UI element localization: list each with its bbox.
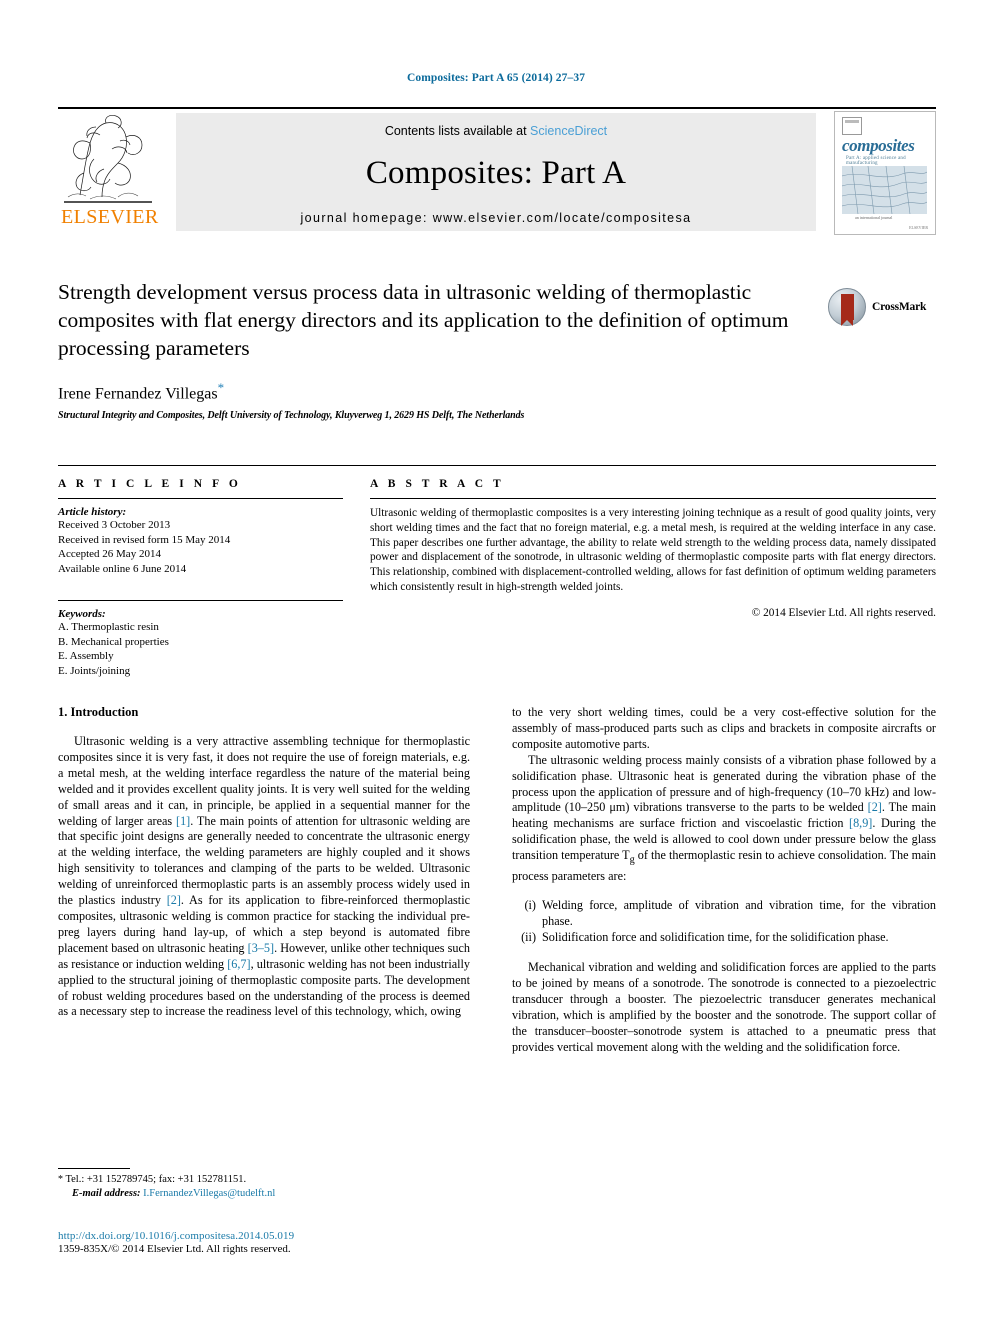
masthead-panel: Contents lists available at ScienceDirec…: [176, 113, 816, 231]
cover-footer-brand: ELSEVIER: [909, 225, 928, 230]
crossmark-icon: [828, 288, 866, 326]
footnote-email-link[interactable]: I.FernandezVillegas@tudelft.nl: [143, 1188, 275, 1199]
article-info-column: A R T I C L E I N F O Article history: R…: [58, 478, 343, 678]
footnote-rule: [58, 1168, 130, 1169]
footnote-tel: Tel.: +31 152789745; fax: +31 152781151.: [65, 1174, 247, 1185]
affiliation: Structural Integrity and Composites, Del…: [58, 410, 525, 422]
abstract-copyright: © 2014 Elsevier Ltd. All rights reserved…: [751, 606, 936, 619]
body-paragraph: Ultrasonic welding is a very attractive …: [58, 734, 470, 1020]
article-info-rule: [58, 498, 343, 499]
article-history-label: Article history:: [58, 506, 127, 518]
citation-ref[interactable]: [8,9]: [849, 816, 872, 830]
cover-title: composites: [842, 136, 915, 155]
citation-ref[interactable]: [6,7]: [227, 957, 250, 971]
citation-ref[interactable]: [2]: [868, 800, 882, 814]
running-head: Composites: Part A 65 (2014) 27–37: [406, 72, 586, 84]
issn-copyright-line: 1359-835X/© 2014 Elsevier Ltd. All right…: [58, 1243, 291, 1255]
doi-link[interactable]: http://dx.doi.org/10.1016/j.compositesa.…: [58, 1230, 558, 1242]
journal-title: Composites: Part A: [365, 155, 627, 191]
process-parameter-list: (i) Welding force, amplitude of vibratio…: [512, 898, 936, 946]
list-item-marker: (i): [524, 898, 536, 913]
keyword-item: B. Mechanical properties: [58, 635, 169, 648]
body-paragraph: to the very short welding times, could b…: [512, 705, 936, 751]
contents-line: Contents lists available at ScienceDirec…: [176, 113, 816, 138]
footnote-contact: * Tel.: +31 152789745; fax: +31 15278115…: [58, 1173, 470, 1187]
corresponding-author-marker: *: [217, 380, 225, 395]
history-item: Available online 6 June 2014: [58, 562, 187, 575]
page-footer: http://dx.doi.org/10.1016/j.compositesa.…: [58, 1230, 558, 1255]
history-item: Received in revised form 15 May 2014: [58, 533, 231, 546]
body-column-right: to the very short welding times, could b…: [512, 705, 936, 1056]
footnote-marker: *: [58, 1174, 63, 1185]
list-item-marker: (ii): [521, 930, 536, 945]
abstract-column: A B S T R A C T Ultrasonic welding of th…: [370, 478, 936, 619]
title-block: Strength development versus process data…: [58, 278, 936, 421]
history-item: Accepted 26 May 2014: [58, 548, 161, 560]
abstract-rule: [370, 498, 936, 499]
author-name: Irene Fernandez Villegas: [58, 385, 218, 403]
citation-ref[interactable]: [1]: [176, 814, 190, 828]
footnote-block: * Tel.: +31 152789745; fax: +31 15278115…: [58, 1168, 470, 1201]
elsevier-logo: ELSEVIER: [60, 113, 166, 233]
keyword-item: E. Joints/joining: [58, 664, 131, 677]
list-item-text: Welding force, amplitude of vibration an…: [542, 898, 936, 929]
page-title: Strength development versus process data…: [58, 280, 789, 360]
keywords-label: Keywords:: [58, 608, 106, 620]
elsevier-wordmark: ELSEVIER: [61, 206, 159, 228]
cover-artwork: [841, 165, 928, 215]
cover-subtitle: Part A: applied science and manufacturin…: [846, 156, 906, 166]
author-line: Irene Fernandez Villegas*: [58, 380, 936, 403]
footnote-email-label: E-mail address:: [72, 1188, 141, 1199]
journal-homepage-link[interactable]: journal homepage: www.elsevier.com/locat…: [176, 211, 816, 225]
abstract-text: Ultrasonic welding of thermoplastic comp…: [370, 507, 936, 593]
history-item: Received 3 October 2013: [58, 519, 171, 531]
section-heading-introduction: 1. Introduction: [58, 705, 139, 719]
journal-masthead: ELSEVIER Contents lists available at Sci…: [58, 107, 936, 235]
contents-prefix: Contents lists available at: [384, 124, 531, 138]
article-info-heading: A R T I C L E I N F O: [58, 478, 242, 490]
list-item: (i) Welding force, amplitude of vibratio…: [512, 898, 936, 930]
footnote-email-line: E-mail address: I.FernandezVillegas@tude…: [58, 1187, 470, 1201]
body-paragraph: Mechanical vibration and welding and sol…: [512, 960, 936, 1054]
elsevier-tree-icon: [64, 115, 152, 203]
list-item: (ii) Solidification force and solidifica…: [512, 930, 936, 946]
crossmark-badge[interactable]: CrossMark: [828, 288, 936, 328]
keyword-item: A. Thermoplastic resin: [58, 621, 159, 633]
cover-publisher-mark-icon: [842, 117, 862, 135]
citation-ref[interactable]: [3–5]: [248, 941, 274, 955]
crossmark-label: CrossMark: [872, 301, 927, 313]
citation-ref[interactable]: [2]: [167, 893, 181, 907]
cover-fibre-pattern-icon: [841, 165, 928, 215]
article-page: Composites: Part A 65 (2014) 27–37 ELSEV…: [0, 0, 992, 1323]
sciencedirect-link[interactable]: ScienceDirect: [530, 124, 607, 138]
journal-cover-thumbnail: composites Part A: applied science and m…: [834, 111, 936, 235]
body-paragraph: The ultrasonic welding process mainly co…: [512, 753, 936, 885]
body-column-left: 1. Introduction Ultrasonic welding is a …: [58, 705, 470, 1020]
info-section-divider: [58, 465, 936, 466]
cover-footer-note: an international journal: [855, 215, 893, 220]
keywords-rule: [58, 600, 343, 601]
abstract-heading: A B S T R A C T: [370, 478, 505, 490]
list-item-text: Solidification force and solidification …: [542, 930, 889, 945]
keyword-item: E. Assembly: [58, 650, 114, 662]
